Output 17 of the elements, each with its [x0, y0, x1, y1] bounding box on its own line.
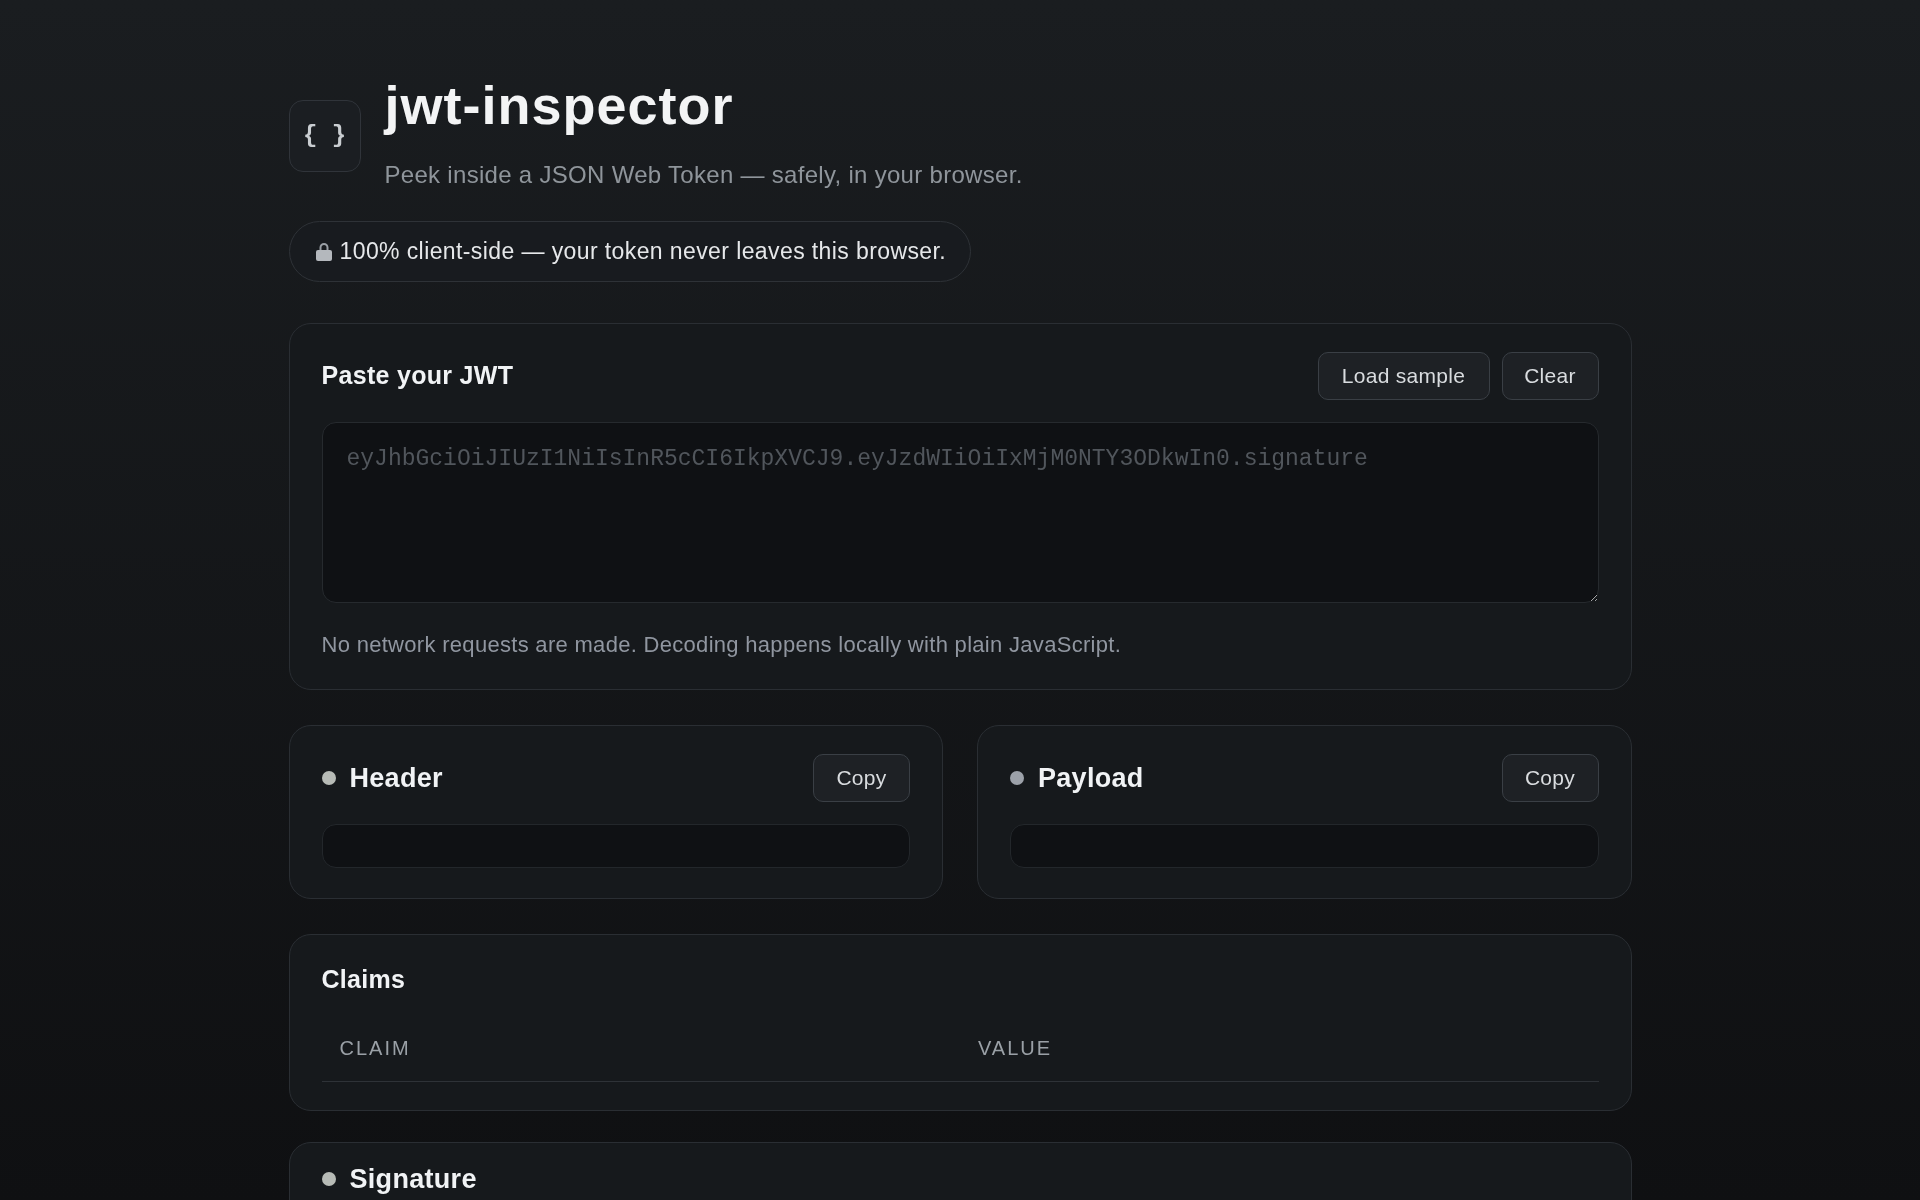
lock-icon: [315, 242, 332, 261]
column-header: CLAIM: [338, 1036, 412, 1061]
card-title: Claims: [321, 965, 406, 993]
section-title: Header: [349, 761, 443, 795]
token-input-field[interactable]: eyJhbGciOiJIUzI1NiIsInR5cCI6IkpXVCJ9.eyJzdWIiOiIxMjM0NTY3ODkwIn0.signature: [321, 422, 1599, 603]
column-header: VALUE: [977, 1036, 1054, 1061]
card-title: Paste your JWT: [321, 360, 514, 392]
section-title: Payload: [1038, 761, 1144, 795]
privacy-text: 100% client-side — your token never leaves this browser.: [339, 237, 947, 267]
copy-button[interactable]: Copy: [813, 754, 910, 802]
section-title: Signature: [349, 1165, 477, 1193]
copy-button[interactable]: Copy: [1501, 754, 1599, 802]
logo-tile: { }: [288, 100, 361, 172]
privacy-note: No network requests are made. Decoding happens locally with plain JavaScript.: [321, 631, 1123, 659]
app-subtitle: Peek inside a JSON Web Token — safely, in your browser.: [384, 160, 1023, 190]
load-sample-button[interactable]: Load sample: [1317, 352, 1490, 400]
clear-button[interactable]: Clear: [1501, 352, 1599, 400]
